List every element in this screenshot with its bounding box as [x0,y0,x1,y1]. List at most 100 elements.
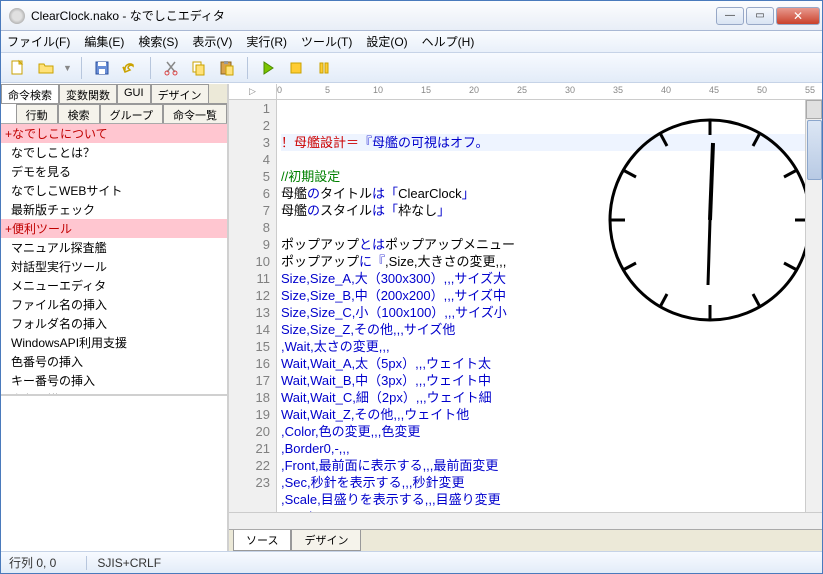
left-under-tab-3[interactable]: 命令一覧 [163,104,227,123]
horizontal-scrollbar[interactable] [229,512,822,529]
code-line[interactable]: ,Border0,-,,, [281,440,818,457]
ruler-mark: 35 [613,85,623,95]
left-under-tab-1[interactable]: 検索 [58,104,100,123]
ruler-mark: 25 [517,85,527,95]
code-line[interactable]: ,Color,色の変更,,,色変更 [281,423,818,440]
tree-category[interactable]: +便利ツール [1,219,227,238]
bottom-tab-0[interactable]: ソース [233,530,291,551]
ruler-mark: 0 [277,85,282,95]
ruler-mark: 45 [709,85,719,95]
code-line[interactable] [281,219,818,236]
command-tree[interactable]: +なでしこについてなでしことは？デモを見るなでしこWEBサイト最新版チェック+便… [1,124,227,394]
paste-button[interactable] [216,57,238,79]
left-under-tab-0[interactable]: 行動 [16,104,58,123]
code-line[interactable]: Wait,Wait_Z,その他,,,ウェイト他 [281,406,818,423]
code-line[interactable]: ,Border1,-,,, [281,508,818,512]
tree-item[interactable]: なでしこWEBサイト [1,181,227,200]
code-line[interactable]: Size,Size_C,小（100x100）,,,サイズ小 [281,304,818,321]
code-line[interactable]: ,Scale,目盛りを表示する,,,目盛り変更 [281,491,818,508]
tree-item[interactable]: 最新版チェック [1,200,227,219]
code-line[interactable]: ,Front,最前面に表示する,,,最前面変更 [281,457,818,474]
ruler-mark: 50 [757,85,767,95]
titlebar: ClearClock.nako - なでしこエディタ — ▭ ✕ [1,1,822,31]
ruler-mark: 20 [469,85,479,95]
new-file-button[interactable] [7,57,29,79]
ruler-mark: 15 [421,85,431,95]
menu-item-2[interactable]: 検索(S) [138,33,178,50]
save-button[interactable] [91,57,113,79]
code-line[interactable]: Size,Size_A,大（300x300）,,,サイズ大 [281,270,818,287]
code-line[interactable]: 母艦のスタイルは「枠なし」 [281,202,818,219]
tree-item[interactable]: マニュアル探査艦 [1,238,227,257]
menu-item-1[interactable]: 編集(E) [84,33,124,50]
editor-bottom-tabs: ソースデザイン [229,529,822,551]
ruler-mark: 30 [565,85,575,95]
code-area[interactable]: 1234567891011121314151617181920212223 ！母… [229,100,822,512]
code-line[interactable]: //初期設定 [281,168,818,185]
menu-item-7[interactable]: ヘルプ(H) [422,33,475,50]
ruler-mark: 40 [661,85,671,95]
left-top-tab-2[interactable]: GUI [117,84,151,103]
ruler-gutter-icon: ▷ [229,84,277,99]
code-line[interactable]: Size,Size_Z,その他,,,サイズ他 [281,321,818,338]
code-line[interactable] [281,151,818,168]
tree-item[interactable]: なでしことは？ [1,143,227,162]
code-line[interactable]: ,Sec,秒針を表示する,,,秒針変更 [281,474,818,491]
code-line[interactable]: Wait,Wait_B,中（3px）,,,ウェイト中 [281,372,818,389]
tree-item[interactable]: 色番号の挿入 [1,352,227,371]
pause-button[interactable] [313,57,335,79]
tree-item[interactable]: WindowsAPI利用支援 [1,333,227,352]
tree-item[interactable]: ファイル名の挿入 [1,295,227,314]
run-button[interactable] [257,57,279,79]
tree-item[interactable]: デモを見る [1,162,227,181]
tree-item[interactable]: キー番号の挿入 [1,371,227,390]
menu-item-3[interactable]: 表示(V) [192,33,232,50]
menubar: ファイル(F) 編集(E) 検索(S) 表示(V) 実行(R) ツール(T) 設定(O) ヘル… [1,31,822,53]
toolbar: ▼ [1,53,822,83]
open-file-button[interactable] [35,57,57,79]
window-title: ClearClock.nako - なでしこエディタ [31,7,716,24]
vertical-scrollbar[interactable] [805,100,822,512]
tree-category[interactable]: +なでしこについて [1,124,227,143]
code-editor[interactable]: ！母艦設計＝『母艦の可視はオフ。 //初期設定母艦のタイトルは「ClearClo… [277,100,822,512]
tree-item[interactable]: メニューエディタ [1,276,227,295]
code-line[interactable]: ポップアップに『,Size,大きさの変更,,, [281,253,818,270]
line-number-gutter: 1234567891011121314151617181920212223 [229,100,277,512]
editor-panel: ▷ 051015202530354045505560 1234567891011… [229,84,822,551]
tree-item[interactable]: フォルダ名の挿入 [1,314,227,333]
maximize-button[interactable]: ▭ [746,7,774,25]
menu-item-6[interactable]: 設定(O) [366,33,407,50]
copy-button[interactable] [188,57,210,79]
undo-button[interactable] [119,57,141,79]
minimize-button[interactable]: — [716,7,744,25]
tree-item[interactable]: 対話型実行ツール [1,257,227,276]
ruler-mark: 55 [805,85,815,95]
left-top-tab-0[interactable]: 命令検索 [1,84,59,103]
code-line[interactable]: ,Wait,太さの変更,,, [281,338,818,355]
code-line[interactable]: Size,Size_B,中（200x200）,,,サイズ中 [281,287,818,304]
code-line[interactable]: 母艦のタイトルは「ClearClock」 [281,185,818,202]
menu-item-5[interactable]: ツール(T) [301,33,352,50]
left-top-tab-1[interactable]: 変数関数 [59,84,117,103]
left-lower-panel [1,394,227,551]
left-panel-subtabs: 行動検索グループ命令一覧 [1,104,227,124]
menu-item-4[interactable]: 実行(R) [246,33,287,50]
left-under-tab-2[interactable]: グループ [100,104,163,123]
cut-button[interactable] [160,57,182,79]
code-line[interactable]: Wait,Wait_C,細（2px）,,,ウェイト細 [281,389,818,406]
ruler: ▷ 051015202530354045505560 [229,84,822,100]
status-position: 行列 0, 0 [9,554,56,571]
left-panel: 命令検索変数関数GUIデザイン 行動検索グループ命令一覧 +なでしこについてなで… [1,84,229,551]
stop-button[interactable] [285,57,307,79]
code-line[interactable]: Wait,Wait_A,太（5px）,,,ウェイト太 [281,355,818,372]
code-line[interactable]: ！母艦設計＝『母艦の可視はオフ。 [281,134,818,151]
app-window: ClearClock.nako - なでしこエディタ — ▭ ✕ ファイル(F)… [0,0,823,574]
left-top-tab-3[interactable]: デザイン [151,84,209,103]
menu-item-0[interactable]: ファイル(F) [7,33,70,50]
bottom-tab-1[interactable]: デザイン [291,530,361,551]
close-button[interactable]: ✕ [776,7,820,25]
ruler-mark: 10 [373,85,383,95]
left-panel-tabs: 命令検索変数関数GUIデザイン [1,84,227,104]
code-line[interactable]: ポップアップとはポップアップメニュー [281,236,818,253]
open-dropdown-icon[interactable]: ▼ [63,63,72,73]
